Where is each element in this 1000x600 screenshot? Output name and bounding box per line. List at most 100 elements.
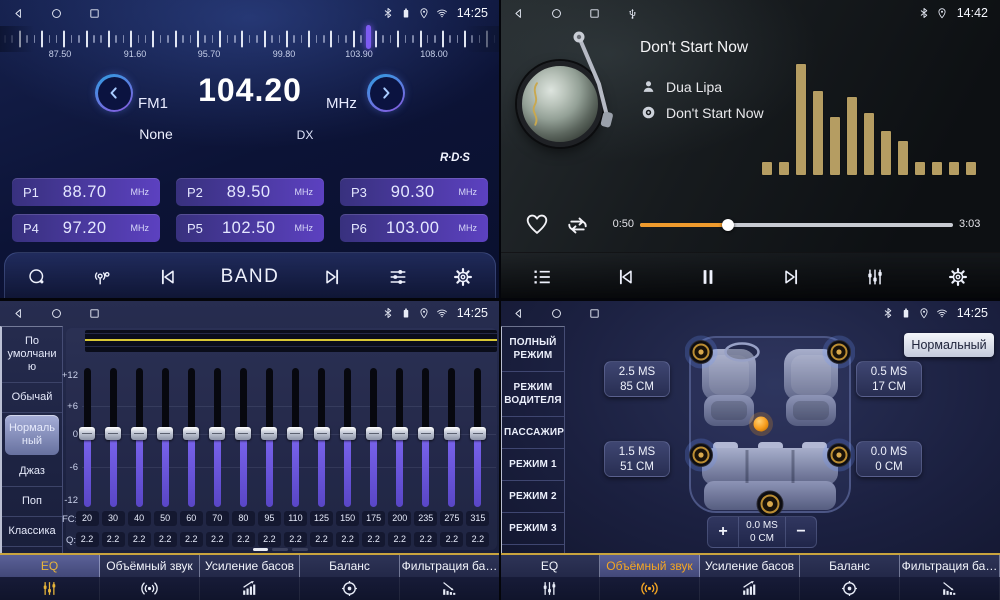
playlist-button[interactable] (531, 266, 553, 288)
delay-minus-button[interactable]: − (786, 517, 816, 547)
eq-band-thumb-10[interactable] (340, 427, 356, 440)
delay-plus-button[interactable]: + (708, 517, 738, 547)
position-mode-item-4[interactable]: РЕЖИМ 2 (502, 481, 564, 513)
home-icon[interactable] (550, 307, 563, 320)
scale-label: 91.60 (124, 49, 147, 59)
eq-band-thumb-6[interactable] (235, 427, 251, 440)
scale-fade-left (0, 26, 34, 52)
band-button[interactable]: BAND (221, 266, 280, 288)
tab-icon-cell-filter[interactable] (400, 577, 500, 600)
eq-band-thumb-4[interactable] (183, 427, 199, 440)
tab-eq[interactable]: EQ (500, 555, 600, 577)
delay-rear-right[interactable]: 0.0 MS0 CM (856, 441, 922, 477)
eq-band-thumb-7[interactable] (261, 427, 277, 440)
tab-icon-cell-filter[interactable] (900, 577, 1000, 600)
settings-button[interactable] (452, 266, 474, 288)
seek-thumb[interactable] (722, 219, 734, 231)
frequency-scale[interactable]: 87.5091.6095.7099.80103.90108.00 (0, 26, 500, 62)
album-row: Don't Start Now (640, 104, 764, 121)
tab-icon-cell-balance[interactable] (300, 577, 400, 600)
tab-icon-cell-eq[interactable] (0, 577, 100, 600)
preset-label: P4 (23, 221, 39, 236)
back-icon[interactable] (12, 7, 25, 20)
preset-p1[interactable]: P188.70MHz (12, 178, 160, 206)
repeat-button[interactable] (564, 212, 591, 239)
recents-icon[interactable] (88, 307, 101, 320)
tab-icon-cell-surround-sound[interactable] (600, 577, 700, 600)
position-mode-item-0[interactable]: ПОЛНЫЙ РЕЖИМ (502, 327, 564, 372)
tab-balance[interactable]: Баланс (300, 555, 400, 577)
recents-icon[interactable] (588, 7, 601, 20)
home-icon[interactable] (550, 7, 563, 20)
steering-wheel (726, 344, 759, 361)
home-icon[interactable] (50, 307, 63, 320)
pause-button[interactable] (697, 266, 719, 288)
back-icon[interactable] (12, 307, 25, 320)
tab-surround-sound[interactable]: Объёмный звук (100, 555, 200, 577)
previous-track-button[interactable] (614, 266, 636, 288)
position-mode-item-1[interactable]: РЕЖИМ ВОДИТЕЛЯ (502, 372, 564, 417)
eq-band-thumb-12[interactable] (392, 427, 408, 440)
sound-profile-button[interactable]: Нормальный (904, 333, 994, 357)
back-icon[interactable] (512, 307, 525, 320)
tab-icon-cell-bass-boost[interactable] (700, 577, 800, 600)
delay-ms: 0.5 MS (857, 364, 921, 380)
tab-surround-sound[interactable]: Объёмный звук (600, 555, 700, 577)
back-icon[interactable] (512, 7, 525, 20)
previous-station-button[interactable] (156, 266, 178, 288)
delay-front-left[interactable]: 2.5 MS85 CM (604, 361, 670, 397)
preset-p6[interactable]: P6103.00MHz (340, 214, 488, 242)
eq-band-thumb-11[interactable] (366, 427, 382, 440)
recents-icon[interactable] (88, 7, 101, 20)
position-mode-item-2[interactable]: ПАССАЖИР (502, 417, 564, 449)
tune-down-button[interactable] (95, 74, 133, 112)
eq-band-thumb-1[interactable] (105, 427, 121, 440)
tab-balance[interactable]: Баланс (800, 555, 900, 577)
eq-band-thumb-15[interactable] (470, 427, 486, 440)
eq-band-thumb-0[interactable] (79, 427, 95, 440)
preset-p2[interactable]: P289.50MHz (176, 178, 324, 206)
favorite-button[interactable] (524, 211, 550, 237)
tab-icon-cell-bass-boost[interactable] (200, 577, 300, 600)
eq-band-thumb-3[interactable] (157, 427, 173, 440)
audio-mixer-button[interactable] (387, 266, 409, 288)
q-value: 2.2 (362, 532, 385, 547)
tab-icon-cell-surround-sound[interactable] (100, 577, 200, 600)
clock: 14:25 (457, 306, 488, 320)
eq-band-thumb-13[interactable] (418, 427, 434, 440)
q-value: 2.2 (466, 532, 489, 547)
preset-p3[interactable]: P390.30MHz (340, 178, 488, 206)
position-mode-item-3[interactable]: РЕЖИМ 1 (502, 449, 564, 481)
tab-eq[interactable]: EQ (0, 555, 100, 577)
tab-filter[interactable]: Фильтрация ба… (900, 555, 1000, 577)
delay-rear-left[interactable]: 1.5 MS51 CM (604, 441, 670, 477)
position-mode-item-5[interactable]: РЕЖИМ 3 (502, 513, 564, 545)
eq-band-thumb-14[interactable] (444, 427, 460, 440)
tab-icon-cell-balance[interactable] (800, 577, 900, 600)
seek-bar[interactable] (640, 223, 953, 227)
surround-icon (140, 579, 159, 598)
settings-button[interactable] (947, 266, 969, 288)
tune-up-button[interactable] (367, 74, 405, 112)
next-track-button[interactable] (781, 266, 803, 288)
search-button[interactable] (26, 266, 48, 288)
preset-p4[interactable]: P497.20MHz (12, 214, 160, 242)
audio-mixer-button[interactable] (864, 266, 886, 288)
next-station-button[interactable] (322, 266, 344, 288)
eq-band-thumb-5[interactable] (209, 427, 225, 440)
eq-band-thumb-2[interactable] (131, 427, 147, 440)
tab-bass-boost[interactable]: Усиление басов (200, 555, 300, 577)
tab-bass-boost[interactable]: Усиление басов (700, 555, 800, 577)
tab-filter[interactable]: Фильтрация ба… (400, 555, 500, 577)
recents-icon[interactable] (588, 307, 601, 320)
eq-band-thumb-8[interactable] (287, 427, 303, 440)
delay-front-right[interactable]: 0.5 MS17 CM (856, 361, 922, 397)
home-icon[interactable] (50, 7, 63, 20)
auto-seek-button[interactable] (91, 266, 113, 288)
tab-icon-cell-eq[interactable] (500, 577, 600, 600)
eq-preset-item-5[interactable]: Классика (2, 517, 62, 547)
usb-icon[interactable] (626, 7, 639, 20)
preset-p5[interactable]: P5102.50MHz (176, 214, 324, 242)
eq-band-thumb-9[interactable] (314, 427, 330, 440)
fc-value: 175 (362, 511, 385, 526)
